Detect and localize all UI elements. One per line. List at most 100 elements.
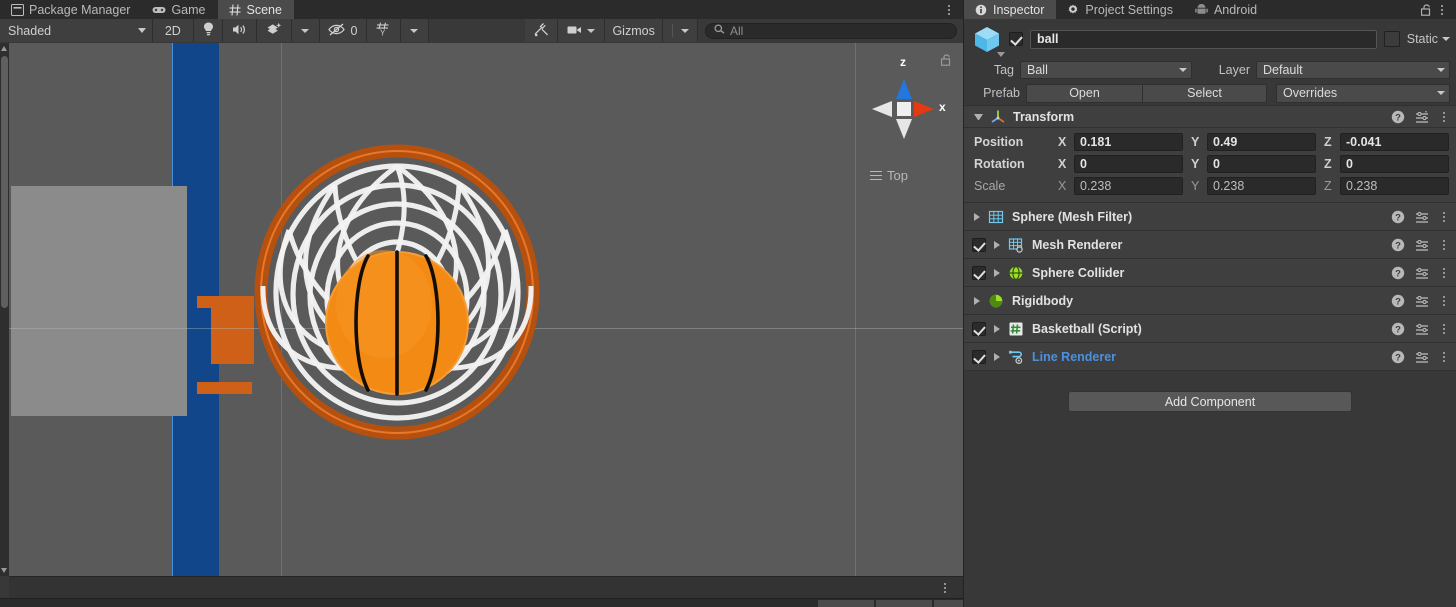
- help-icon[interactable]: ?: [1391, 350, 1405, 364]
- scene-orientation-gizmo[interactable]: z x Top: [856, 49, 954, 189]
- component-row-rigidbody[interactable]: Rigidbody ?: [964, 287, 1456, 315]
- gameobject-enabled-checkbox[interactable]: [1009, 32, 1023, 46]
- component-row-mesh-filter[interactable]: Sphere (Mesh Filter) ?: [964, 203, 1456, 231]
- bottom-dock-tab[interactable]: [934, 600, 963, 607]
- component-menu-icon[interactable]: [1439, 112, 1449, 122]
- prefab-open-button[interactable]: Open: [1026, 84, 1143, 103]
- tab-android[interactable]: Android: [1185, 0, 1269, 19]
- transform-component-header[interactable]: Transform ?: [964, 105, 1456, 128]
- expand-arrow-icon[interactable]: [974, 297, 980, 305]
- expand-arrow-icon[interactable]: [994, 325, 1000, 333]
- scene-vertical-scrollbar[interactable]: [0, 43, 9, 576]
- scene-camera-button[interactable]: [558, 19, 604, 42]
- scene-viewport[interactable]: z x Top: [9, 43, 963, 576]
- prefab-select-button[interactable]: Select: [1143, 84, 1267, 103]
- gameobject-name-input[interactable]: ball: [1030, 30, 1377, 49]
- layer-dropdown[interactable]: Default: [1256, 61, 1450, 79]
- gizmo-center-cube: [897, 102, 911, 116]
- scene-footer-menu-icon[interactable]: [937, 578, 953, 597]
- add-component-button[interactable]: Add Component: [1068, 391, 1352, 412]
- scene-tools-button[interactable]: [525, 19, 559, 42]
- scroll-up-arrow-icon[interactable]: [1, 46, 7, 51]
- help-icon[interactable]: ?: [1391, 322, 1405, 336]
- rotation-x-input[interactable]: 0: [1074, 155, 1183, 173]
- scrollbar-thumb[interactable]: [1, 56, 8, 308]
- tab-inspector[interactable]: Inspector: [964, 0, 1056, 19]
- scroll-down-arrow-icon[interactable]: [1, 568, 7, 573]
- component-row-basketball-script[interactable]: Basketball (Script) ?: [964, 315, 1456, 343]
- scale-z-input[interactable]: 0.238: [1340, 177, 1449, 195]
- component-menu-icon[interactable]: [1439, 352, 1449, 362]
- component-menu-icon[interactable]: [1439, 212, 1449, 222]
- component-actions: ?: [1391, 238, 1449, 252]
- expand-arrow-icon[interactable]: [974, 213, 980, 221]
- scale-x-input[interactable]: 0.238: [1074, 177, 1183, 195]
- preset-icon[interactable]: [1415, 322, 1429, 336]
- preset-icon[interactable]: [1415, 110, 1429, 124]
- component-enabled-checkbox[interactable]: [972, 266, 986, 280]
- tag-dropdown[interactable]: Ball: [1020, 61, 1192, 79]
- draw-mode-dropdown[interactable]: Shaded: [0, 19, 153, 42]
- tab-package-manager[interactable]: Package Manager: [0, 0, 142, 19]
- help-icon[interactable]: ?: [1391, 110, 1405, 124]
- component-enabled-checkbox[interactable]: [972, 238, 986, 252]
- scene-visibility-toggle[interactable]: 0: [320, 19, 367, 42]
- help-icon[interactable]: ?: [1391, 210, 1405, 224]
- scene-grid-dropdown[interactable]: [401, 19, 429, 42]
- gizmos-button[interactable]: Gizmos: [605, 19, 663, 42]
- preset-icon[interactable]: [1415, 210, 1429, 224]
- tab-project-settings[interactable]: Project Settings: [1056, 0, 1185, 19]
- preset-icon[interactable]: [1415, 266, 1429, 280]
- component-menu-icon[interactable]: [1439, 268, 1449, 278]
- component-enabled-checkbox[interactable]: [972, 350, 986, 364]
- scene-fx-toggle[interactable]: [257, 19, 292, 42]
- search-input[interactable]: All: [705, 23, 957, 39]
- scene-fx-dropdown[interactable]: [292, 19, 320, 42]
- expand-arrow-icon[interactable]: [974, 114, 983, 120]
- static-dropdown[interactable]: Static: [1407, 32, 1450, 46]
- gizmo-view-label-group[interactable]: Top: [870, 168, 908, 183]
- inspector-menu-icon[interactable]: [1434, 0, 1450, 19]
- scale-y-input[interactable]: 0.238: [1207, 177, 1316, 195]
- inspector-lock-open-icon[interactable]: [1418, 0, 1434, 19]
- bottom-dock-tab[interactable]: [818, 600, 874, 607]
- component-row-sphere-collider[interactable]: Sphere Collider ?: [964, 259, 1456, 287]
- gizmos-dropdown[interactable]: [663, 19, 698, 42]
- prefab-overrides-dropdown[interactable]: Overrides: [1276, 84, 1450, 103]
- component-menu-icon[interactable]: [1439, 296, 1449, 306]
- static-checkbox[interactable]: [1384, 31, 1400, 47]
- component-menu-icon[interactable]: [1439, 324, 1449, 334]
- gizmo-lock-open-icon[interactable]: [941, 53, 952, 65]
- position-z-input[interactable]: -0.041: [1340, 133, 1449, 151]
- position-y-input[interactable]: 0.49: [1207, 133, 1316, 151]
- toggle-2d-button[interactable]: 2D: [153, 19, 194, 42]
- component-menu-icon[interactable]: [1439, 240, 1449, 250]
- rotation-z-input[interactable]: 0: [1340, 155, 1449, 173]
- preset-icon[interactable]: [1415, 238, 1429, 252]
- help-icon[interactable]: ?: [1391, 266, 1405, 280]
- position-x-input[interactable]: 0.181: [1074, 133, 1183, 151]
- preset-icon[interactable]: [1415, 350, 1429, 364]
- info-icon: [974, 3, 988, 16]
- tab-scene[interactable]: Scene: [218, 0, 294, 19]
- scene-lighting-toggle[interactable]: [194, 19, 224, 42]
- scene-audio-toggle[interactable]: [223, 19, 257, 42]
- component-enabled-checkbox[interactable]: [972, 322, 986, 336]
- expand-arrow-icon[interactable]: [994, 269, 1000, 277]
- expand-arrow-icon[interactable]: [994, 241, 1000, 249]
- scene-dock-menu-icon[interactable]: [941, 0, 957, 19]
- component-actions: ?: [1391, 110, 1449, 124]
- add-component-area: Add Component: [964, 371, 1456, 412]
- tab-game[interactable]: Game: [142, 0, 217, 19]
- prefab-cube-icon[interactable]: [972, 24, 1002, 54]
- tab-label: Scene: [247, 3, 282, 17]
- bottom-dock-tab[interactable]: [876, 600, 932, 607]
- component-row-line-renderer[interactable]: Line Renderer ?: [964, 343, 1456, 371]
- component-row-mesh-renderer[interactable]: Mesh Renderer ?: [964, 231, 1456, 259]
- help-icon[interactable]: ?: [1391, 238, 1405, 252]
- rotation-y-input[interactable]: 0: [1207, 155, 1316, 173]
- help-icon[interactable]: ?: [1391, 294, 1405, 308]
- preset-icon[interactable]: [1415, 294, 1429, 308]
- expand-arrow-icon[interactable]: [994, 353, 1000, 361]
- scene-grid-toggle[interactable]: Y: [367, 19, 401, 42]
